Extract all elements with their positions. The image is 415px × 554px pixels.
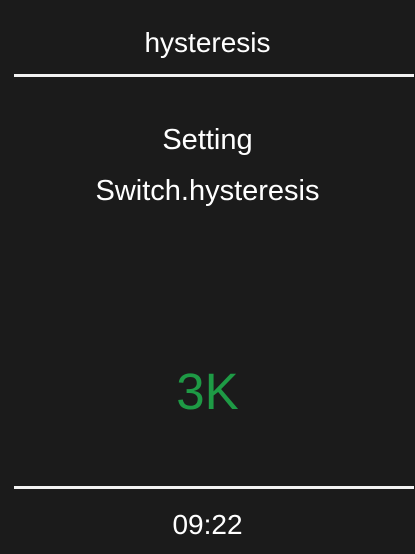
screen-title: hysteresis — [144, 27, 271, 58]
device-screen: hysteresis Setting Switch.hysteresis 3K … — [0, 0, 415, 554]
clock-time: 09:22 — [172, 509, 243, 540]
setting-value[interactable]: 3K — [0, 357, 415, 427]
setting-parameter-name: Switch.hysteresis — [95, 175, 320, 207]
setting-label: Setting — [162, 124, 253, 156]
footer-divider — [14, 486, 414, 489]
header-divider — [14, 74, 414, 77]
